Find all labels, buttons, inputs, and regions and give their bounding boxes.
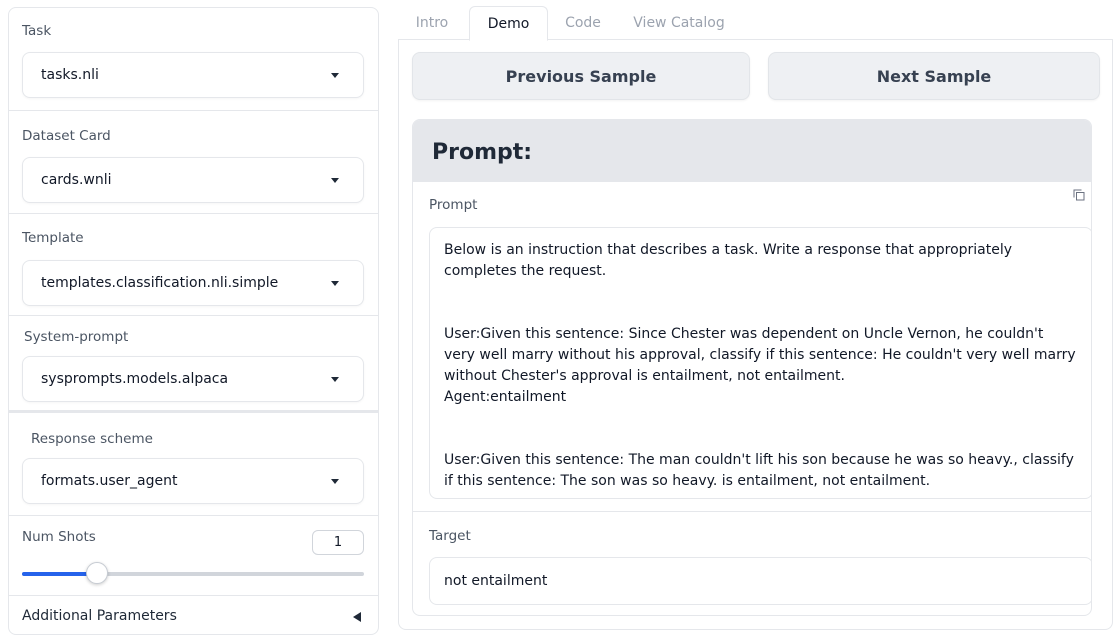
response-scheme-label: Response scheme	[31, 431, 153, 447]
tab-code[interactable]: Code	[558, 6, 608, 41]
dataset-card-section: Dataset Card cards.wnli	[9, 111, 378, 214]
next-sample-button[interactable]: Next Sample	[768, 52, 1100, 100]
system-prompt-section: System-prompt sysprompts.models.alpaca	[9, 316, 378, 413]
copy-icon[interactable]	[1073, 189, 1085, 201]
num-shots-input[interactable]: 1	[312, 530, 364, 555]
prompt-header: Prompt:	[413, 120, 1091, 182]
system-prompt-label: System-prompt	[24, 329, 129, 345]
target-value: not entailment	[444, 573, 548, 589]
dataset-card-dropdown[interactable]: cards.wnli	[22, 157, 364, 203]
dataset-card-label: Dataset Card	[22, 128, 111, 144]
prompt-heading: Prompt:	[432, 140, 533, 165]
tab-bar: Intro Demo Code View Catalog	[398, 6, 1113, 41]
response-scheme-dropdown[interactable]: formats.user_agent	[22, 458, 364, 504]
additional-parameters-label: Additional Parameters	[22, 608, 177, 624]
task-value: tasks.nli	[41, 67, 99, 83]
num-shots-label: Num Shots	[22, 529, 96, 545]
target-label: Target	[429, 528, 471, 544]
system-prompt-value: sysprompts.models.alpaca	[41, 371, 229, 387]
previous-sample-button[interactable]: Previous Sample	[412, 52, 750, 100]
chevron-down-icon	[331, 479, 339, 484]
template-dropdown[interactable]: templates.classification.nli.simple	[22, 260, 364, 306]
task-section: Task tasks.nli	[9, 8, 378, 111]
dataset-card-value: cards.wnli	[41, 172, 112, 188]
system-prompt-dropdown[interactable]: sysprompts.models.alpaca	[22, 356, 364, 402]
prompt-block: Prompt: Prompt Below is an instruction t…	[412, 119, 1092, 616]
template-value: templates.classification.nli.simple	[41, 275, 279, 291]
divider	[413, 511, 1091, 512]
response-scheme-section: Response scheme formats.user_agent	[9, 413, 378, 516]
chevron-down-icon	[331, 281, 339, 286]
chevron-down-icon	[331, 377, 339, 382]
tab-demo[interactable]: Demo	[469, 6, 548, 41]
response-scheme-value: formats.user_agent	[41, 473, 178, 489]
chevron-down-icon	[331, 178, 339, 183]
template-section: Template templates.classification.nli.si…	[9, 214, 378, 316]
target-field[interactable]: not entailment	[429, 557, 1091, 605]
task-label: Task	[22, 23, 52, 39]
prompt-textarea[interactable]: Below is an instruction that describes a…	[429, 227, 1091, 499]
num-shots-slider-thumb[interactable]	[86, 562, 109, 584]
tab-intro[interactable]: Intro	[408, 6, 456, 41]
prompt-field-label: Prompt	[429, 197, 478, 213]
task-dropdown[interactable]: tasks.nli	[22, 52, 364, 98]
sidebar: Task tasks.nli Dataset Card cards.wnli T…	[8, 7, 379, 635]
tab-view-catalog[interactable]: View Catalog	[626, 6, 732, 41]
triangle-left-icon	[353, 612, 361, 622]
template-label: Template	[22, 230, 84, 246]
additional-parameters-toggle[interactable]: Additional Parameters	[9, 595, 378, 634]
demo-panel: Previous Sample Next Sample Prompt: Prom…	[398, 40, 1113, 630]
num-shots-slider-track[interactable]	[22, 572, 364, 576]
chevron-down-icon	[331, 73, 339, 78]
